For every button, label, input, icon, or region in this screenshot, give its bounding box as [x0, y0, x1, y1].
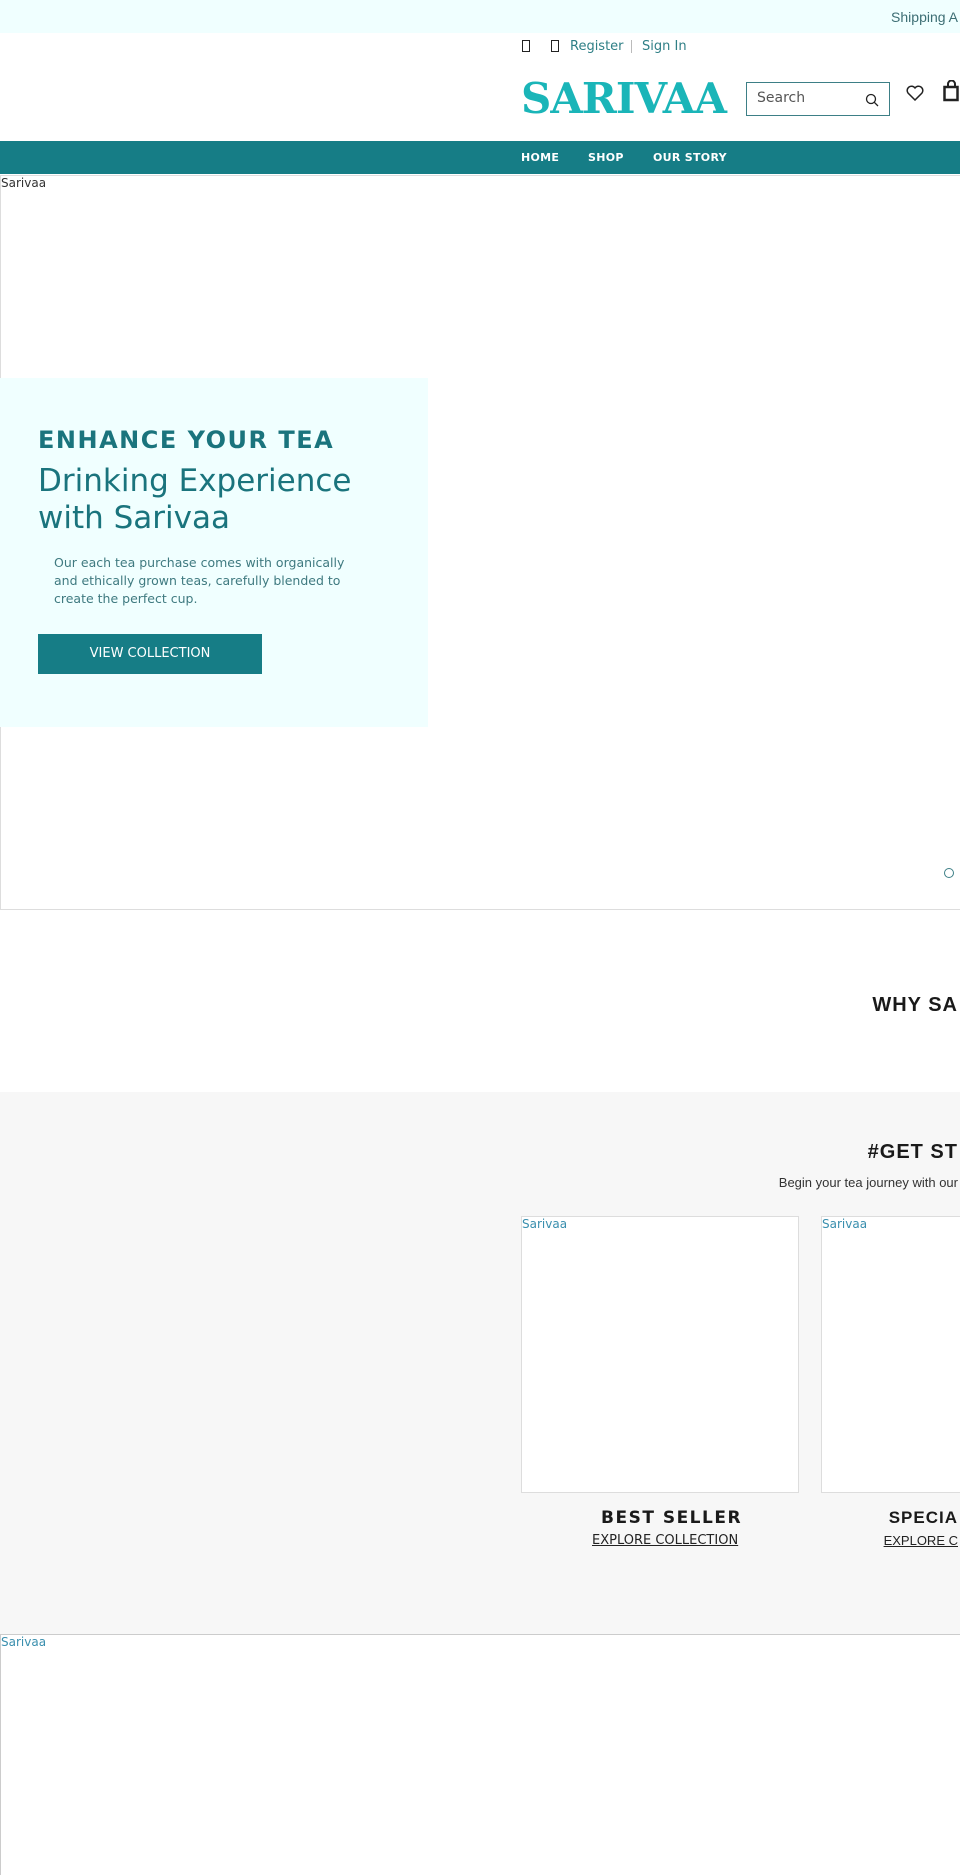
- user-icon[interactable]: [551, 40, 559, 52]
- hero-heading: ENHANCE YOUR TEA: [38, 426, 335, 454]
- explore-collection-link[interactable]: EXPLORE COLLECTION: [592, 1533, 738, 1548]
- logo[interactable]: SARIVAA: [521, 74, 727, 123]
- card-image-alt: Sarivaa: [822, 1217, 868, 1231]
- nav-home[interactable]: HOME: [521, 151, 559, 164]
- announcement-bar: Shipping A: [0, 0, 960, 33]
- sign-in-link[interactable]: Sign In: [642, 39, 687, 54]
- divider: [631, 40, 632, 53]
- card-special-image[interactable]: Sarivaa: [821, 1216, 960, 1493]
- bottom-image-alt: Sarivaa: [1, 1635, 47, 1649]
- card-title: BEST SELLER: [601, 1508, 743, 1528]
- search-icon[interactable]: [865, 93, 879, 107]
- card-best-seller-image[interactable]: Sarivaa: [521, 1216, 799, 1493]
- main-nav: HOME SHOP OUR STORY: [0, 141, 960, 174]
- nav-shop[interactable]: SHOP: [588, 151, 624, 164]
- hero-body: Our each tea purchase comes with organic…: [54, 555, 345, 606]
- slider-dot[interactable]: [944, 868, 954, 878]
- explore-collection-link[interactable]: EXPLORE C: [884, 1533, 958, 1548]
- nav-our-story[interactable]: OUR STORY: [653, 151, 727, 164]
- card-image-alt: Sarivaa: [522, 1217, 568, 1231]
- why-title: WHY SA: [872, 994, 958, 1016]
- hero-image-alt: Sarivaa: [1, 176, 47, 190]
- card-title: SPECIA: [888, 1508, 958, 1527]
- view-collection-button[interactable]: VIEW COLLECTION: [38, 634, 262, 674]
- phone-icon[interactable]: [522, 40, 530, 52]
- get-started-subtitle: Begin your tea journey with our: [778, 1175, 958, 1190]
- shipping-text: Shipping A: [891, 9, 958, 25]
- bottom-banner: Sarivaa: [0, 1634, 960, 1875]
- hero-subheading-2: with Sarivaa: [38, 500, 230, 536]
- cart-bag-icon[interactable]: [943, 80, 959, 102]
- get-started-section: [0, 1092, 960, 1634]
- get-started-title: #GET ST: [867, 1141, 958, 1163]
- search-input[interactable]: Search: [746, 82, 890, 116]
- heart-icon[interactable]: [906, 85, 924, 101]
- register-link[interactable]: Register: [570, 39, 624, 54]
- search-placeholder: Search: [757, 90, 806, 106]
- hero-subheading-1: Drinking Experience: [38, 463, 352, 499]
